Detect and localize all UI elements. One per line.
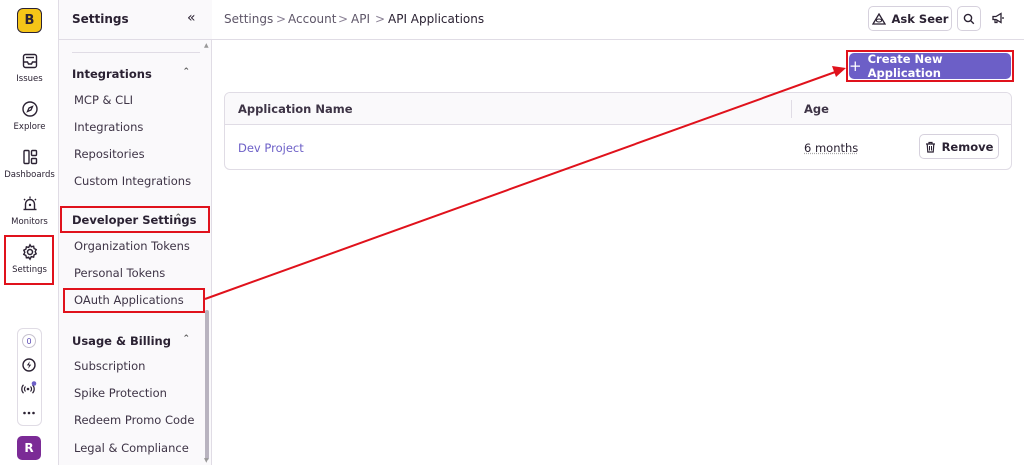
compass-icon bbox=[21, 101, 38, 117]
oauth-applications-highlight-box bbox=[63, 288, 205, 313]
breadcrumb-settings[interactable]: Settings bbox=[224, 12, 273, 26]
scroll-thumb[interactable] bbox=[205, 310, 209, 460]
collapse-sidebar-button[interactable]: « bbox=[187, 10, 196, 26]
application-name-link[interactable]: Dev Project bbox=[238, 141, 304, 155]
nav-item-personal-tokens[interactable]: Personal Tokens bbox=[74, 266, 165, 280]
rail-label-monitors: Monitors bbox=[11, 217, 48, 227]
scroll-down-icon[interactable]: ▼ bbox=[204, 457, 209, 464]
scroll-up-icon[interactable]: ▲ bbox=[204, 42, 209, 49]
ellipsis-icon bbox=[23, 411, 35, 415]
developer-settings-highlight-box bbox=[60, 206, 210, 233]
ask-seer-label: Ask Seer bbox=[891, 11, 949, 26]
siren-icon bbox=[23, 196, 36, 211]
breadcrumb-account[interactable]: Account bbox=[288, 12, 336, 26]
applications-table: Application Name Age Dev Project 6 month… bbox=[224, 92, 1012, 170]
sidebar-scrollbar[interactable]: ▲ ▼ bbox=[204, 40, 210, 465]
broadcasts-button[interactable] bbox=[18, 377, 40, 399]
more-button[interactable] bbox=[18, 402, 40, 424]
quick-start-button[interactable] bbox=[18, 354, 40, 376]
ask-seer-button[interactable]: Ask Seer bbox=[868, 6, 952, 31]
breadcrumb-current: API Applications bbox=[388, 12, 485, 26]
top-bar: Settings > Account > API > API Applicati… bbox=[212, 0, 1024, 40]
nav-item-redeem-promo[interactable]: Redeem Promo Code bbox=[74, 413, 194, 427]
nav-item-custom-integrations[interactable]: Custom Integrations bbox=[74, 174, 191, 188]
section-title: Usage & Billing bbox=[72, 334, 171, 348]
user-avatar[interactable]: R bbox=[17, 436, 41, 460]
nav-item-legal-compliance[interactable]: Legal & Compliance bbox=[74, 441, 189, 455]
breadcrumb-separator: > bbox=[375, 12, 386, 26]
inbox-icon bbox=[22, 53, 37, 69]
rail-label-explore: Explore bbox=[13, 122, 46, 132]
section-integrations[interactable]: Integrations ⌃ bbox=[72, 67, 202, 81]
status-count-button[interactable]: 0 bbox=[18, 330, 40, 352]
megaphone-icon[interactable] bbox=[991, 11, 1005, 25]
broadcast-icon bbox=[21, 381, 37, 394]
chevron-up-icon: ⌃ bbox=[182, 67, 190, 77]
breadcrumb-api[interactable]: API bbox=[351, 12, 370, 26]
column-header-name: Application Name bbox=[238, 102, 353, 116]
column-divider bbox=[791, 100, 792, 118]
settings-highlight-box bbox=[4, 235, 54, 285]
seer-eye-icon bbox=[871, 12, 886, 25]
org-badge[interactable]: B bbox=[17, 8, 42, 33]
nav-item-organization-tokens[interactable]: Organization Tokens bbox=[74, 239, 190, 253]
search-button[interactable] bbox=[957, 6, 981, 31]
primary-nav-rail: B Issues Explore Dashboards Monitors Set… bbox=[0, 0, 59, 465]
sidebar-title: Settings bbox=[72, 12, 129, 26]
chevron-up-icon: ⌃ bbox=[182, 334, 190, 344]
bolt-circle-icon bbox=[22, 358, 36, 372]
nav-item-repositories[interactable]: Repositories bbox=[74, 147, 145, 161]
rail-label-dashboards: Dashboards bbox=[4, 170, 55, 180]
table-header: Application Name Age bbox=[225, 93, 1011, 125]
sidebar-header: Settings « bbox=[59, 0, 212, 40]
column-header-age: Age bbox=[804, 102, 829, 116]
remove-label: Remove bbox=[941, 139, 994, 154]
nav-item-spike-protection[interactable]: Spike Protection bbox=[74, 386, 167, 400]
sidebar-divider bbox=[72, 52, 200, 53]
nav-item-integrations[interactable]: Integrations bbox=[74, 120, 143, 134]
section-title: Integrations bbox=[72, 67, 152, 81]
nav-item-mcp-cli[interactable]: MCP & CLI bbox=[74, 93, 133, 107]
rail-label-issues: Issues bbox=[16, 74, 43, 84]
rail-item-dashboards[interactable]: Dashboards bbox=[0, 148, 59, 180]
rail-item-monitors[interactable]: Monitors bbox=[0, 195, 59, 227]
breadcrumb-separator: > bbox=[338, 12, 349, 26]
section-usage-billing[interactable]: Usage & Billing ⌃ bbox=[72, 334, 202, 348]
rail-item-explore[interactable]: Explore bbox=[0, 100, 59, 132]
trash-icon bbox=[925, 141, 935, 153]
nav-item-subscription[interactable]: Subscription bbox=[74, 359, 145, 373]
create-button-highlight-box bbox=[846, 50, 1014, 82]
rail-item-issues[interactable]: Issues bbox=[0, 52, 59, 84]
dashboards-icon bbox=[22, 149, 37, 165]
search-icon bbox=[963, 13, 975, 24]
status-count: 0 bbox=[22, 334, 36, 348]
breadcrumb-separator: > bbox=[276, 12, 287, 26]
application-age: 6 months bbox=[804, 141, 859, 155]
remove-application-button[interactable]: Remove bbox=[919, 134, 999, 159]
